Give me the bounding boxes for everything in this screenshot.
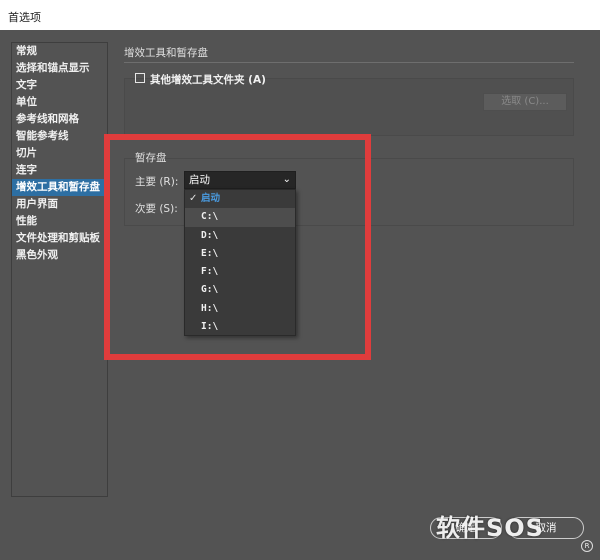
sidebar-item-type[interactable]: 文字 (12, 77, 107, 94)
sidebar-item-black-appearance[interactable]: 黑色外观 (12, 247, 107, 264)
sidebar-item-general[interactable]: 常规 (12, 43, 107, 60)
watermark-logo: 软件SOS (436, 514, 544, 542)
sidebar-item-slices[interactable]: 切片 (12, 145, 107, 162)
sidebar-item-hyphenation[interactable]: 连字 (12, 162, 107, 179)
additional-plugins-folder-label[interactable]: 其他增效工具文件夹 (A) (150, 72, 266, 87)
section-divider (124, 62, 574, 63)
sidebar-item-smart-guides[interactable]: 智能参考线 (12, 128, 107, 145)
sidebar-item-units[interactable]: 单位 (12, 94, 107, 111)
sidebar-item-selection-anchor-display[interactable]: 选择和锚点显示 (12, 60, 107, 77)
sidebar-item-guides-grid[interactable]: 参考线和网格 (12, 111, 107, 128)
sidebar-item-user-interface[interactable]: 用户界面 (12, 196, 107, 213)
sidebar-item-file-handling-clipboard[interactable]: 文件处理和剪贴板 (12, 230, 107, 247)
sidebar-item-plugins-scratch-disks[interactable]: 增效工具和暂存盘 (12, 179, 107, 196)
window-title: 首选项 (0, 0, 600, 30)
highlight-annotation-box (104, 134, 371, 360)
additional-plugins-folder-checkbox[interactable] (135, 73, 145, 83)
choose-folder-button[interactable]: 选取 (C)... (483, 93, 567, 111)
preferences-sidebar: 常规 选择和锚点显示 文字 单位 参考线和网格 智能参考线 切片 连字 增效工具… (11, 42, 108, 497)
registered-mark-icon: R (581, 540, 593, 552)
section-title: 增效工具和暂存盘 (124, 47, 208, 59)
sidebar-item-performance[interactable]: 性能 (12, 213, 107, 230)
